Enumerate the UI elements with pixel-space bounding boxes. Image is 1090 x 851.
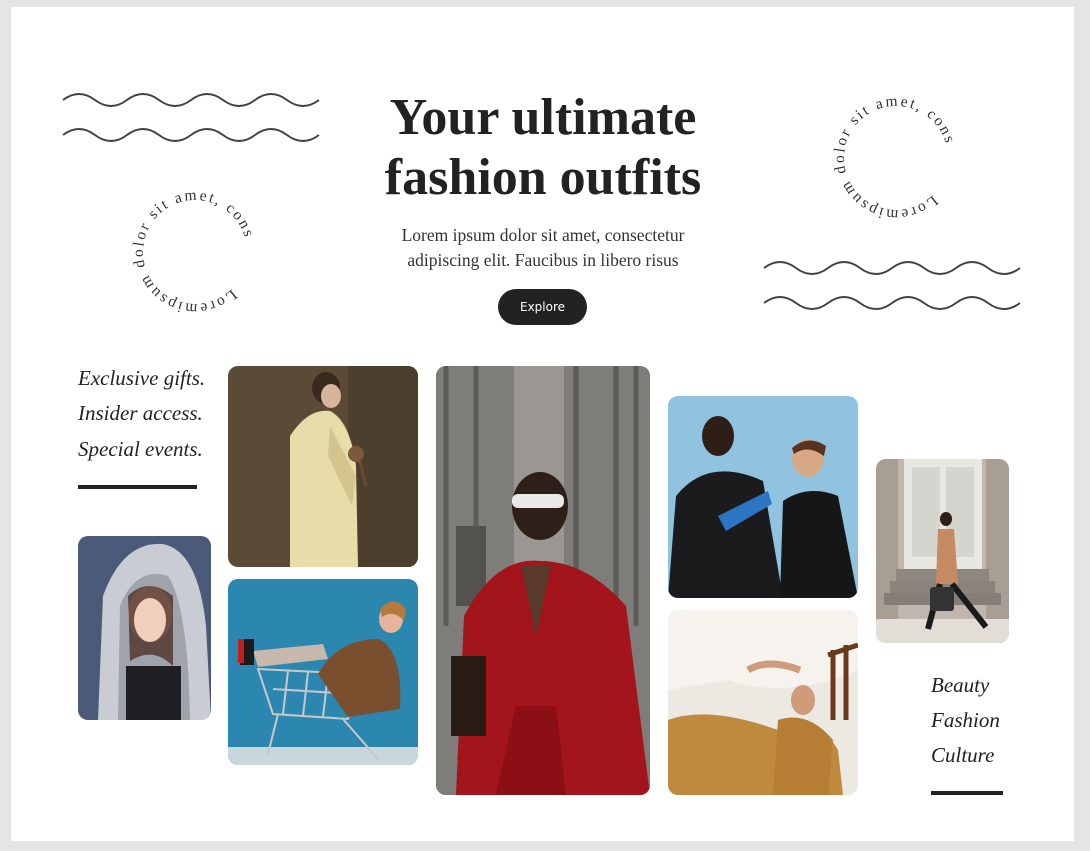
tagline-fashion: Fashion — [931, 708, 1000, 732]
photo-red-blazer-model[interactable] — [436, 366, 650, 795]
divider-left — [78, 485, 197, 489]
photo-silver-hood-model[interactable] — [78, 536, 211, 720]
photo-shopping-cart-model[interactable] — [228, 579, 418, 765]
tagline-culture: Culture — [931, 743, 995, 767]
photo-cream-coat-model[interactable] — [228, 366, 418, 567]
tagline-insider-access: Insider access. — [78, 401, 203, 425]
tagline-exclusive-gifts: Exclusive gifts. — [78, 366, 206, 390]
photo-street-doorway[interactable] — [876, 459, 1009, 643]
tagline-special-events: Special events. — [78, 437, 203, 461]
tagline-beauty: Beauty — [931, 673, 990, 697]
photo-lounging-woman[interactable] — [668, 610, 858, 795]
hero-subtitle-line2: adipiscing elit. Faucibus in libero risu… — [407, 250, 679, 270]
explore-button[interactable]: Explore — [498, 289, 587, 325]
photo-two-men-sky[interactable] — [668, 396, 858, 598]
hero-subtitle-line1: Lorem ipsum dolor sit amet, consectetur — [401, 225, 685, 245]
divider-right — [931, 791, 1003, 795]
hero-title-line1: Your ultimate — [389, 89, 697, 146]
hero-title-line2: fashion outfits — [384, 149, 702, 206]
